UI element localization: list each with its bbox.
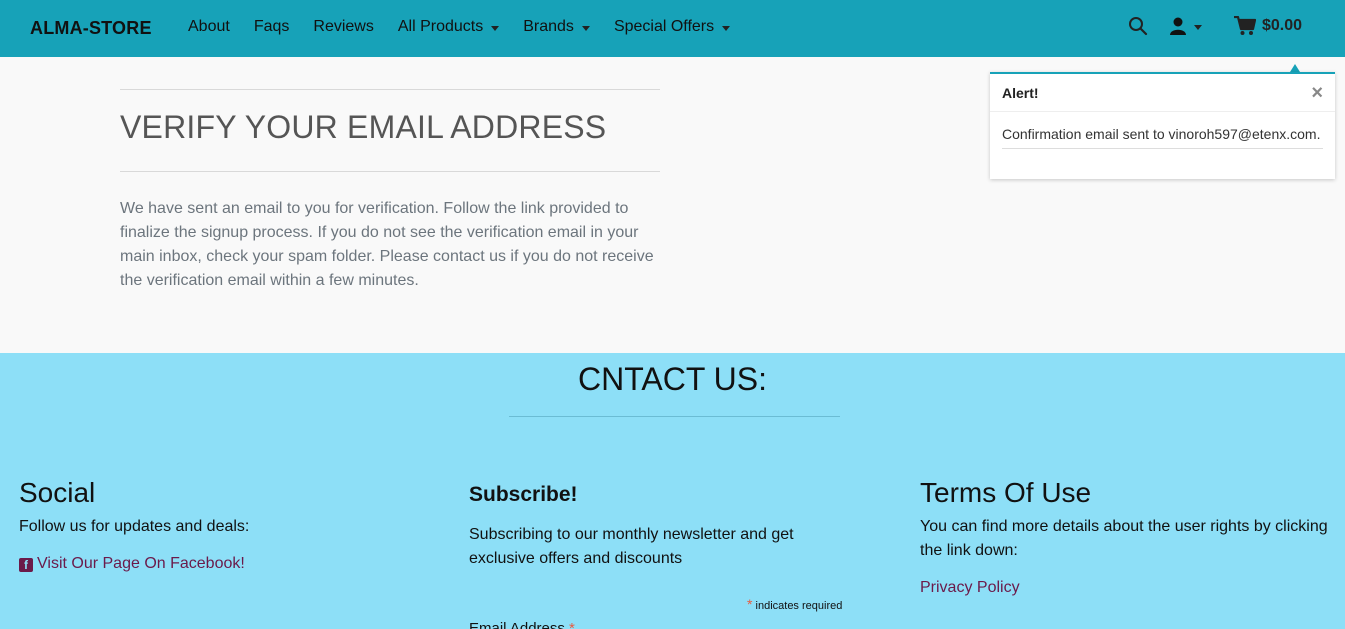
subscribe-heading: Subscribe! [469,483,578,506]
social-column: Social Follow us for updates and deals: … [19,477,439,573]
alert-message: Confirmation email sent to vinoroh597@et… [1002,126,1323,149]
chevron-down-icon [722,25,731,31]
nav-menu: About Faqs Reviews All Products Brands S… [188,18,754,36]
divider [120,171,660,172]
cart-total: $0.00 [1262,17,1303,34]
nav-item-special-offers[interactable]: Special Offers [613,18,731,36]
terms-text: You can find more details about the user… [920,518,1328,559]
nav-item-reviews[interactable]: Reviews [313,18,373,36]
alert-popover: Alert! × Confirmation email sent to vino… [990,72,1335,179]
search-icon[interactable] [1128,16,1148,36]
cart-button[interactable]: $0.00 [1234,16,1302,36]
terms-heading: Terms Of Use [920,477,1092,508]
nav-item-label: About [188,18,230,35]
navbar: ALMA-STORE About Faqs Reviews All Produc… [0,0,1345,57]
social-heading: Social [19,477,96,508]
footer: CNTACT US: Social Follow us for updates … [0,353,1345,629]
nav-actions: $0.00 [1128,16,1302,36]
close-icon[interactable]: × [1311,82,1323,105]
cart-icon [1234,16,1256,35]
nav-item-label: Reviews [313,18,374,35]
nav-item-label: All Products [397,18,484,35]
nav-item-all-products[interactable]: All Products [397,18,500,36]
asterisk-icon: * [569,620,575,629]
asterisk-icon: * [747,596,753,612]
nav-item-label: Special Offers [613,18,715,35]
terms-column: Terms Of Use You can find more details a… [920,477,1340,597]
facebook-link[interactable]: f Visit Our Page On Facebook! [19,555,439,573]
contact-title: CNTACT US: [577,361,768,397]
verify-email-section: VERIFY YOUR EMAIL ADDRESS We have sent a… [120,89,660,293]
verification-message: We have sent an email to you for verific… [120,200,654,289]
required-note: * indicates required [747,596,842,612]
subscribe-column: Subscribe! Subscribing to our monthly ne… [469,477,829,571]
chevron-down-icon [1194,24,1202,30]
facebook-icon: f [19,558,33,572]
alert-header: Alert! [990,74,1335,112]
divider [509,416,840,417]
nav-item-label: Faqs [253,18,290,35]
privacy-policy-label: Privacy Policy [920,579,1020,596]
email-label-text: Email Address [469,620,565,629]
alert-title: Alert! [1002,84,1039,101]
nav-item-label: Brands [523,18,574,35]
subscribe-text: Subscribing to our monthly newsletter an… [469,526,794,567]
page-title: VERIFY YOUR EMAIL ADDRESS [120,109,607,145]
required-note-text: indicates required [755,600,843,612]
nav-item-brands[interactable]: Brands [523,18,590,36]
brand-logo[interactable]: ALMA-STORE [30,18,152,39]
user-icon [1170,17,1186,35]
nav-item-faqs[interactable]: Faqs [254,18,290,36]
chevron-down-icon [581,25,590,31]
chevron-down-icon [491,25,500,31]
social-text: Follow us for updates and deals: [19,518,250,535]
user-menu-button[interactable] [1170,17,1202,35]
email-label: Email Address * [469,620,575,629]
nav-item-about[interactable]: About [188,18,230,36]
facebook-link-label: Visit Our Page On Facebook! [37,555,245,572]
divider [120,89,660,90]
privacy-policy-link[interactable]: Privacy Policy [920,579,1340,597]
alert-pointer [1290,64,1300,72]
